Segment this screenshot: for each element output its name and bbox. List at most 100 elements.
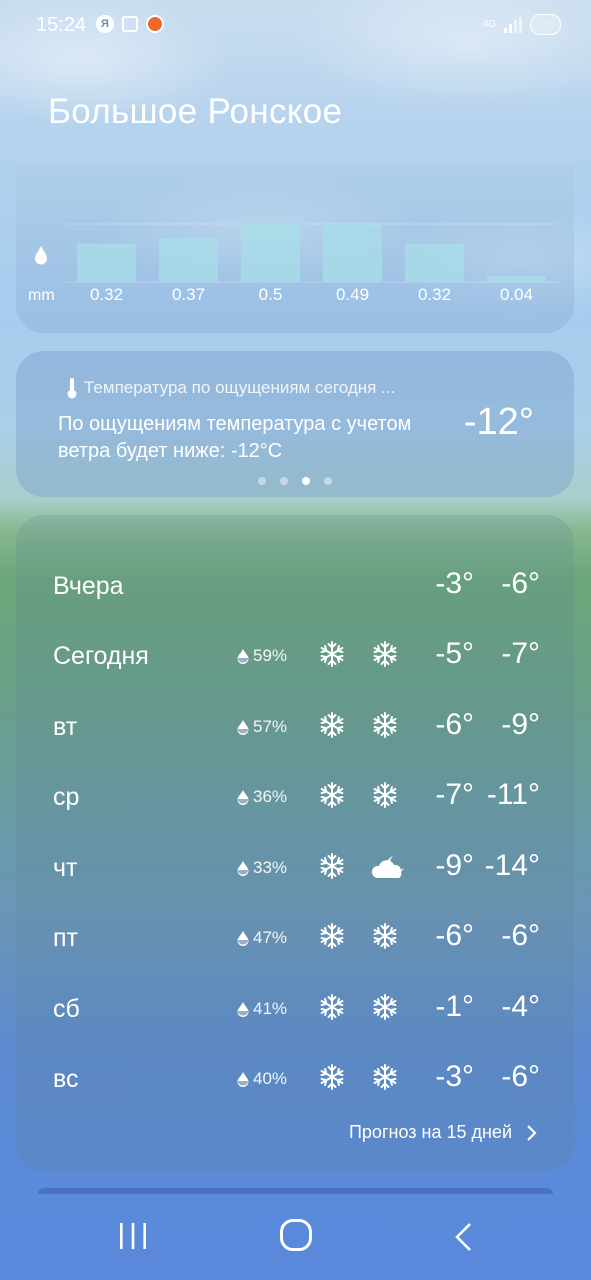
snowflake-icon [318, 1062, 346, 1097]
forecast-day: вс [53, 1065, 79, 1093]
snowflake-icon [371, 639, 399, 674]
forecast-low: -11° [486, 778, 540, 811]
feels-like-card[interactable]: Температура по ощущениям сегодня ... По … [16, 351, 574, 497]
snowflake-icon [371, 992, 399, 1027]
forecast-low: -6° [501, 567, 540, 600]
forecast-day: сб [53, 995, 80, 1023]
snowflake-icon [318, 851, 346, 886]
forecast-high: -1° [435, 990, 474, 1023]
next-card-peek [38, 1188, 553, 1194]
forecast-day: чт [53, 854, 78, 882]
raindrop-icon [237, 1002, 249, 1017]
forecast-precip-chance: 36% [236, 787, 287, 807]
forecast-high: -5° [435, 637, 474, 670]
chevron-right-icon [527, 1124, 537, 1141]
forecast-day: вт [53, 713, 78, 741]
forecast-day: пт [53, 924, 78, 952]
snowflake-icon [371, 710, 399, 745]
back-icon[interactable] [452, 1222, 476, 1252]
forecast-row[interactable]: сб 41% -1° -4° [16, 975, 574, 1045]
snowflake-icon [318, 639, 346, 674]
forecast-row[interactable]: чт 33% -9° -14° [16, 834, 574, 904]
precipitation-chart: 0.32 0.37 0.5 0.49 0.32 0.04 mm [28, 223, 558, 304]
forecast-low: -14° [484, 849, 540, 882]
precipitation-bar-label: 0.5 [259, 285, 283, 304]
forecast-15-days-label: Прогноз на 15 дней [348, 1122, 512, 1142]
precipitation-bar [405, 244, 464, 282]
feels-like-value: -12° [463, 401, 534, 443]
forecast-precip-chance: 33% [236, 858, 287, 878]
forecast-precip-value: 36% [253, 787, 288, 806]
precipitation-bar [159, 239, 218, 282]
forecast-precip-chance: 47% [236, 928, 287, 948]
precipitation-bar [323, 225, 382, 282]
thermometer-icon [67, 378, 77, 399]
forecast-precip-value: 59% [253, 646, 288, 665]
raindrop-icon [35, 246, 47, 265]
page-indicator[interactable] [16, 477, 574, 485]
forecast-precip-value: 57% [253, 717, 288, 736]
snowflake-icon [318, 710, 346, 745]
forecast-low: -4° [501, 990, 540, 1023]
snowflake-icon [371, 780, 399, 815]
snowflake-icon [318, 921, 346, 956]
forecast-row[interactable]: вс 40% -3° -6° [16, 1045, 574, 1115]
feels-like-description: По ощущениям температура с учетом ветра … [58, 413, 412, 462]
precipitation-bar [77, 244, 136, 282]
raindrop-icon [237, 790, 249, 805]
forecast-precip-chance: 40% [236, 1069, 287, 1089]
forecast-low: -7° [501, 637, 540, 670]
page-dot[interactable] [324, 477, 332, 485]
page-dot[interactable] [280, 477, 288, 485]
forecast-low: -6° [501, 1060, 540, 1093]
forecast-day: Вчера [53, 572, 124, 600]
snowflake-icon [371, 1062, 399, 1097]
forecast-row[interactable]: Вчера -3° -6° [16, 552, 574, 622]
recent-apps-icon[interactable] [118, 1221, 148, 1251]
forecast-high: -9° [435, 849, 474, 882]
precipitation-bar-label: 0.37 [172, 285, 205, 304]
forecast-precip-value: 41% [253, 999, 288, 1018]
forecast-precip-chance: 57% [236, 717, 287, 737]
precipitation-bar-label: 0.49 [336, 285, 369, 304]
forecast-row[interactable]: вт 57% -6° -9° [16, 693, 574, 763]
forecast-high: -6° [435, 919, 474, 952]
page-dot[interactable] [302, 477, 310, 485]
forecast-precip-chance: 59% [236, 646, 287, 666]
snowflake-icon [318, 780, 346, 815]
forecast-high: -6° [435, 708, 474, 741]
home-button[interactable] [280, 1219, 312, 1251]
forecast-row[interactable]: пт 47% -6° -6° [16, 904, 574, 974]
precipitation-bar-label: 0.04 [500, 285, 533, 304]
raindrop-icon [237, 720, 249, 735]
raindrop-icon [237, 931, 249, 946]
precipitation-unit: mm [28, 287, 55, 304]
cloud-moon-icon [371, 852, 409, 887]
forecast-precip-value: 33% [253, 858, 288, 877]
forecast-high: -3° [435, 567, 474, 600]
forecast-low: -9° [501, 708, 540, 741]
feels-like-heading-text: Температура по ощущениям сегодня ... [84, 378, 396, 397]
forecast-low: -6° [501, 919, 540, 952]
forecast-high: -7° [435, 778, 474, 811]
precipitation-bar-label: 0.32 [418, 285, 451, 304]
precipitation-bar-label: 0.32 [90, 285, 123, 304]
forecast-high: -3° [435, 1060, 474, 1093]
feels-like-heading: Температура по ощущениям сегодня ... [66, 377, 395, 399]
forecast-precip-value: 47% [253, 928, 288, 947]
forecast-precip-value: 40% [253, 1069, 288, 1088]
raindrop-icon [237, 1072, 249, 1087]
forecast-card: Вчера -3° -6° Сегодня 59% -5° -7° вт 57% -6° -9° ср… [16, 515, 574, 1171]
precipitation-bar [241, 224, 300, 282]
forecast-row[interactable]: ср 36% -7° -11° [16, 763, 574, 833]
raindrop-icon [237, 649, 249, 664]
snowflake-icon [371, 921, 399, 956]
forecast-precip-chance: 41% [236, 999, 287, 1019]
raindrop-icon [237, 861, 249, 876]
forecast-row[interactable]: Сегодня 59% -5° -7° [16, 622, 574, 692]
forecast-15-days-link[interactable]: Прогноз на 15 дней [349, 1122, 538, 1143]
forecast-day: Сегодня [53, 642, 149, 670]
forecast-day: ср [53, 783, 80, 811]
snowflake-icon [318, 992, 346, 1027]
page-dot[interactable] [258, 477, 266, 485]
